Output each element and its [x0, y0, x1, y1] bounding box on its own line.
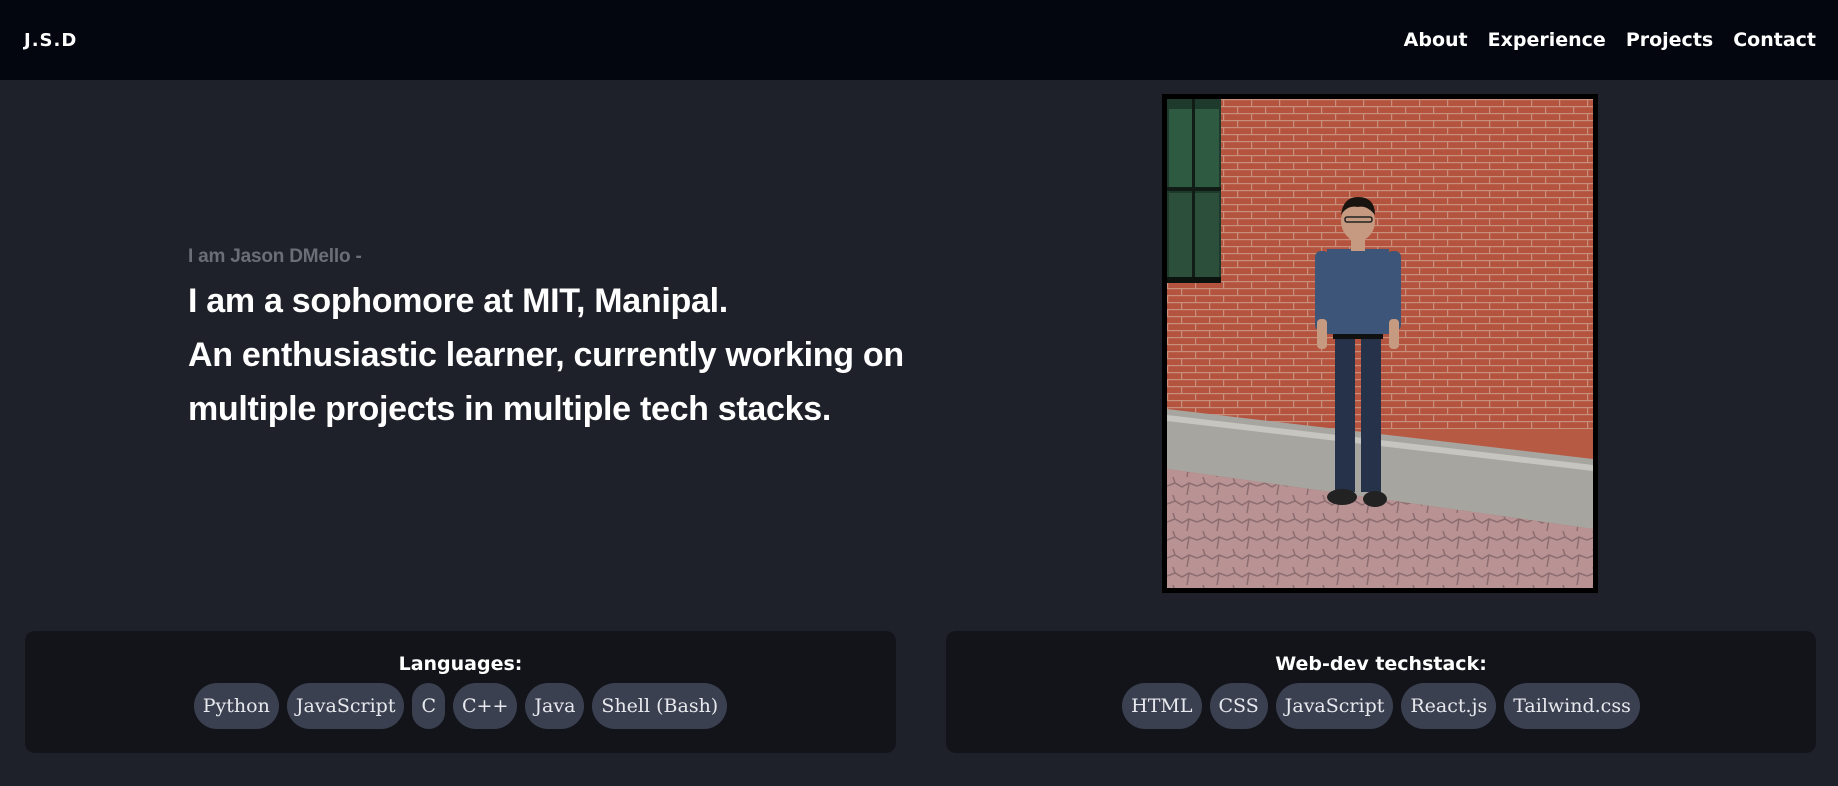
languages-pills: Python JavaScript C C++ Java Shell (Bash…: [190, 683, 731, 729]
skill-pill-css: CSS: [1209, 683, 1268, 729]
languages-card: Languages: Python JavaScript C C++ Java …: [25, 631, 896, 753]
skill-pill-cpp: C++: [453, 683, 518, 729]
skill-pill-javascript: JavaScript: [1275, 683, 1394, 729]
webdev-card: Web-dev techstack: HTML CSS JavaScript R…: [946, 631, 1816, 753]
webdev-pills: HTML CSS JavaScript React.js Tailwind.cs…: [1118, 683, 1644, 729]
skill-pill-html: HTML: [1122, 683, 1202, 729]
profile-photo: [1167, 99, 1593, 588]
skill-pill-react: React.js: [1401, 683, 1497, 729]
nav-link-projects[interactable]: Projects: [1626, 29, 1713, 51]
hero-headline-line: multiple projects in multiple tech stack…: [188, 390, 832, 428]
hero-headline-line: An enthusiastic learner, currently worki…: [188, 336, 904, 374]
skill-pill-java: Java: [525, 683, 585, 729]
nav-link-experience[interactable]: Experience: [1488, 29, 1606, 51]
nav-link-contact[interactable]: Contact: [1733, 29, 1816, 51]
profile-photo-illustration: [1167, 99, 1593, 588]
hero-headline-line: I am a sophomore at MIT, Manipal.: [188, 282, 728, 320]
profile-photo-frame: [1162, 94, 1598, 593]
site-logo[interactable]: J.S.D: [24, 30, 77, 51]
skill-pill-shell: Shell (Bash): [592, 683, 728, 729]
navbar: J.S.D About Experience Projects Contact: [0, 0, 1838, 80]
skill-pill-python: Python: [193, 683, 279, 729]
hero-section: I am Jason DMello - I am a sophomore at …: [188, 246, 968, 436]
hero-intro: I am Jason DMello -: [188, 246, 362, 267]
skill-pill-c: C: [412, 683, 446, 729]
nav-links: About Experience Projects Contact: [1384, 29, 1816, 51]
skill-pill-tailwind: Tailwind.css: [1504, 683, 1640, 729]
nav-link-about[interactable]: About: [1404, 29, 1468, 51]
hero-headline: I am a sophomore at MIT, Manipal. An ent…: [188, 274, 968, 436]
webdev-title: Web-dev techstack:: [1275, 653, 1487, 675]
skill-pill-javascript: JavaScript: [286, 683, 405, 729]
languages-title: Languages:: [398, 653, 523, 675]
